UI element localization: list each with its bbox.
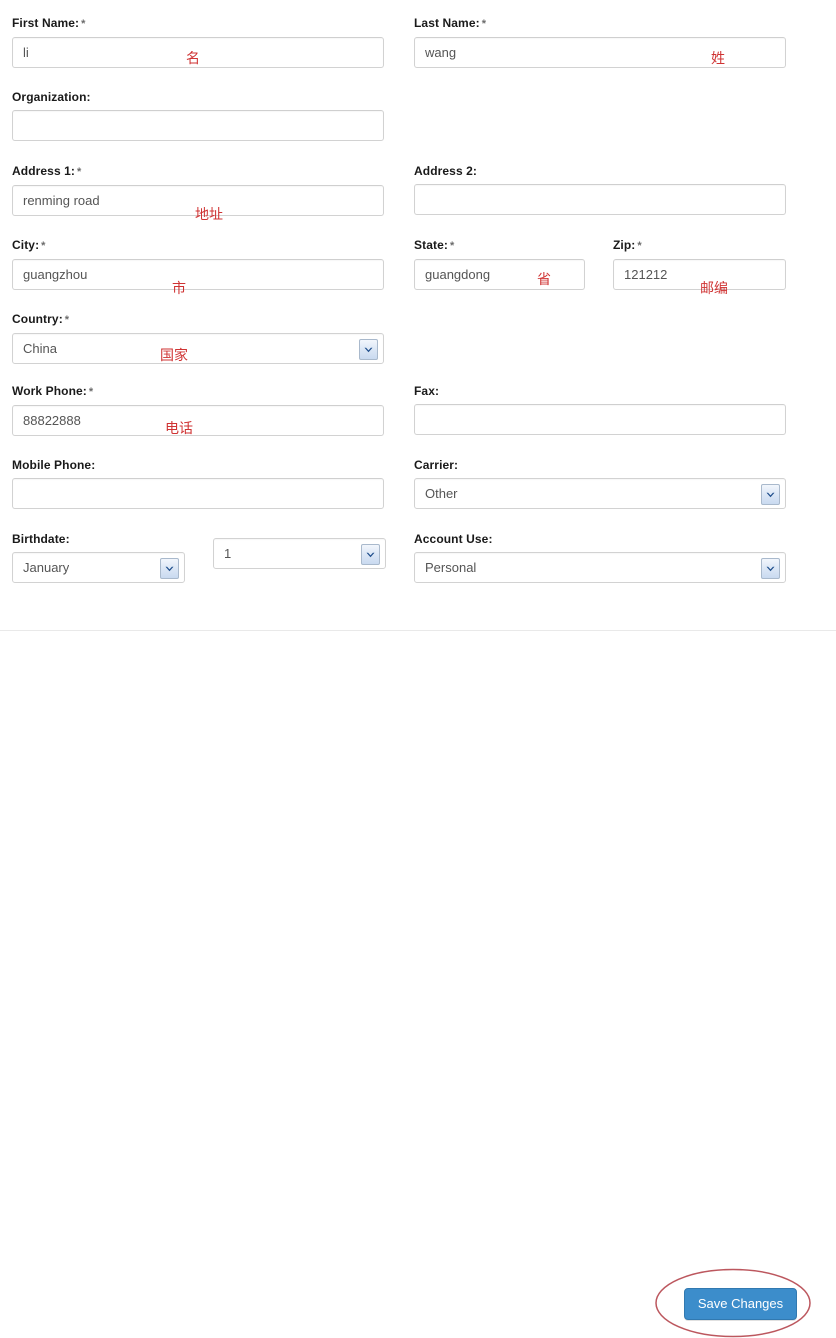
required-marker: * (637, 240, 642, 252)
field-city: City: * (12, 238, 384, 290)
country-select-value: China (23, 341, 57, 356)
country-select[interactable]: China (12, 333, 384, 364)
label-fax: Fax: (414, 384, 440, 398)
chevron-down-icon[interactable] (761, 558, 780, 579)
city-input[interactable] (12, 259, 384, 290)
required-marker: * (449, 240, 455, 252)
label-mobile-phone: Mobile Phone: (12, 458, 96, 472)
form-footer: Save Changes (0, 631, 836, 1338)
label-city: City: * (12, 238, 46, 252)
required-marker: * (64, 314, 70, 326)
annotation-first-name: 名 (186, 51, 200, 67)
birthdate-day-select[interactable]: 1 (213, 538, 386, 569)
required-marker: * (77, 166, 82, 178)
chevron-down-icon[interactable] (761, 484, 780, 505)
label-zip: Zip: * (613, 238, 642, 252)
annotation-work-phone: 电话 (165, 421, 193, 437)
chevron-down-icon[interactable] (160, 558, 179, 579)
label-state: State: * (414, 238, 455, 252)
required-marker: * (81, 18, 86, 30)
carrier-select-value: Other (425, 486, 458, 501)
annotation-state: 省 (537, 272, 551, 288)
annotation-zip: 邮编 (700, 281, 728, 297)
field-state: State: * (414, 238, 585, 290)
annotation-last-name: 姓 (711, 51, 725, 67)
label-carrier: Carrier: (414, 458, 459, 472)
field-carrier: Carrier: Other (414, 458, 786, 509)
field-fax: Fax: (414, 384, 786, 435)
label-organization: Organization: (12, 90, 91, 104)
field-last-name: Last Name: * (414, 16, 786, 68)
field-birthdate-day: 1 (213, 532, 386, 569)
required-marker: * (88, 386, 94, 398)
annotation-address1: 地址 (195, 207, 223, 223)
field-country: Country: * China (12, 312, 384, 364)
required-marker: * (41, 240, 46, 252)
carrier-select[interactable]: Other (414, 478, 786, 509)
chevron-down-icon[interactable] (359, 339, 378, 360)
address2-input[interactable] (414, 184, 786, 215)
birthdate-month-select[interactable]: January (12, 552, 185, 583)
field-mobile-phone: Mobile Phone: (12, 458, 384, 509)
field-account-use: Account Use: Personal (414, 532, 786, 583)
field-organization: Organization: (12, 90, 384, 141)
field-address2: Address 2: (414, 164, 786, 215)
organization-input[interactable] (12, 110, 384, 141)
label-last-name: Last Name: * (414, 16, 487, 30)
account-use-value: Personal (425, 560, 477, 575)
fax-input[interactable] (414, 404, 786, 435)
required-marker: * (481, 18, 487, 30)
label-birthdate: Birthdate: (12, 532, 70, 546)
label-address2: Address 2: (414, 164, 478, 178)
field-work-phone: Work Phone: * (12, 384, 384, 436)
chevron-down-icon[interactable] (361, 544, 380, 565)
label-account-use: Account Use: (414, 532, 493, 546)
save-changes-button[interactable]: Save Changes (684, 1288, 797, 1320)
label-address1: Address 1: * (12, 164, 82, 178)
mobile-phone-input[interactable] (12, 478, 384, 509)
last-name-input[interactable] (414, 37, 786, 68)
label-work-phone: Work Phone: * (12, 384, 94, 398)
birthdate-day-value: 1 (224, 546, 232, 561)
state-input[interactable] (414, 259, 585, 290)
annotation-country: 国家 (160, 348, 188, 364)
work-phone-input[interactable] (12, 405, 384, 436)
label-first-name: First Name: * (12, 16, 86, 30)
account-use-select[interactable]: Personal (414, 552, 786, 583)
birthdate-month-value: January (23, 560, 70, 575)
label-country: Country: * (12, 312, 70, 326)
account-profile-form: First Name:* 名 Last Name:* 姓 Organizatio… (0, 0, 836, 630)
annotation-city: 市 (172, 281, 186, 297)
field-birthdate-month: Birthdate: January (12, 532, 185, 583)
